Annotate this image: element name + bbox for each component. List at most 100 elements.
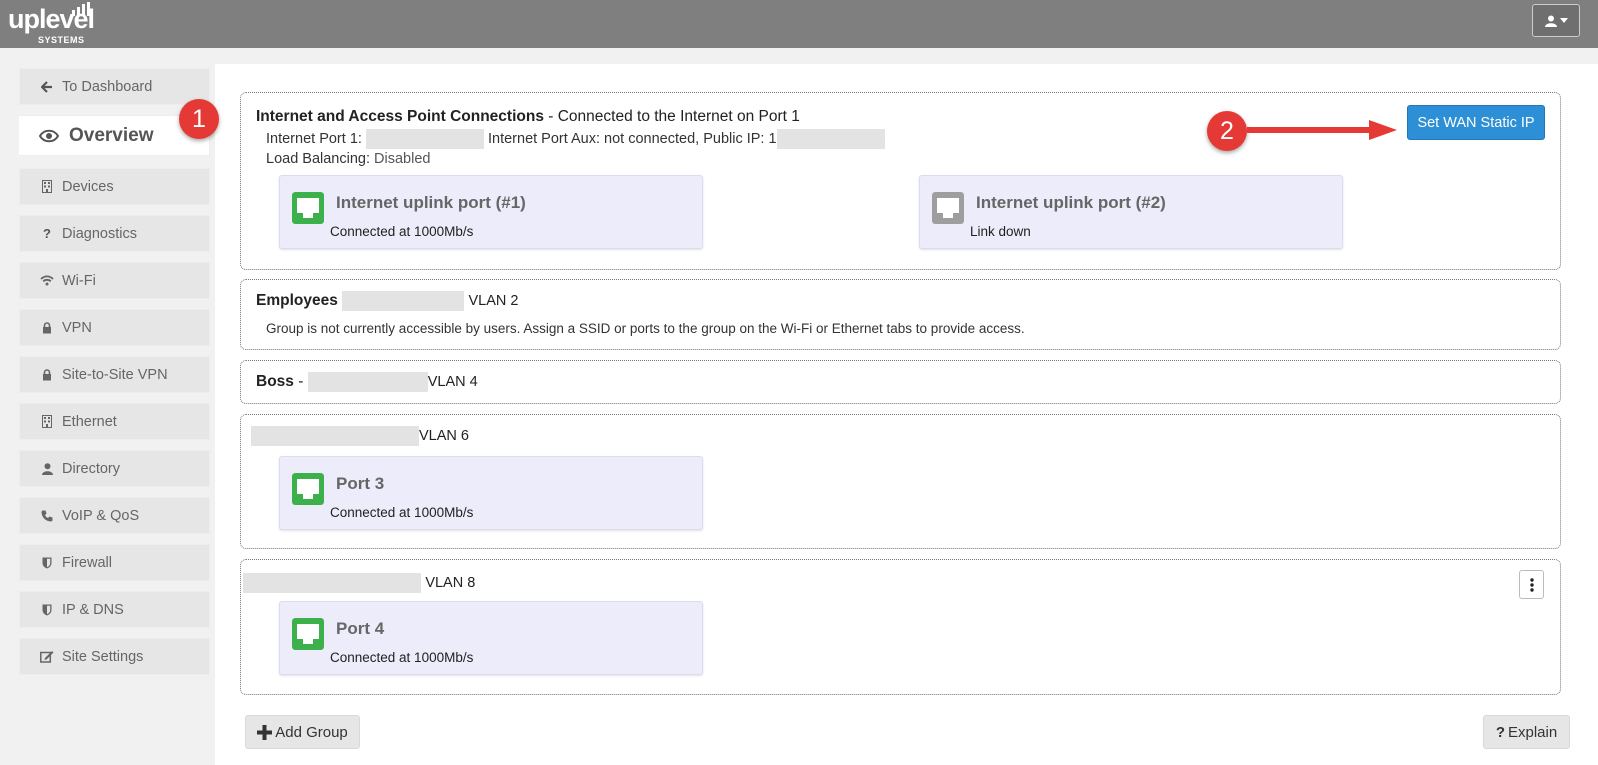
sidebar-item-firewall[interactable]: Firewall xyxy=(19,544,210,581)
plus-icon xyxy=(257,724,273,740)
redacted-subnet xyxy=(307,372,428,392)
sidebar-item-vpn[interactable]: VPN xyxy=(19,309,210,346)
question-icon: ? xyxy=(43,226,51,241)
group-note: Group is not currently accessible by use… xyxy=(266,321,1025,336)
vertical-dots-icon xyxy=(1529,577,1534,592)
sidebar-item-label: Wi-Fi xyxy=(62,272,96,289)
building-icon xyxy=(40,180,54,193)
sidebar-item-site-settings[interactable]: Site Settings xyxy=(19,638,210,675)
group-vlan: VLAN 4 xyxy=(427,374,478,391)
lock-icon xyxy=(40,368,54,381)
user-icon xyxy=(1544,15,1557,27)
group-vlan: VLAN 8 xyxy=(425,575,476,592)
top-bar: uplevel SYSTEMS xyxy=(0,0,1598,48)
sidebar-item-directory[interactable]: Directory xyxy=(19,450,210,487)
sidebar-item-label: IP & DNS xyxy=(62,601,124,618)
annotation-badge-1: 1 xyxy=(179,99,219,139)
redacted-subnet xyxy=(342,291,465,311)
ethernet-port-icon xyxy=(292,618,324,650)
internet-aux-label: Internet Port Aux: not connected, Public… xyxy=(487,130,765,147)
wifi-icon xyxy=(40,275,54,286)
sidebar-item-site-to-site-vpn[interactable]: Site-to-Site VPN xyxy=(19,356,210,393)
logo-subtitle: SYSTEMS xyxy=(38,35,85,45)
port-title: Internet uplink port (#1) xyxy=(336,193,526,212)
ethernet-port-icon xyxy=(932,192,964,224)
group-vlan: VLAN 6 xyxy=(419,428,469,445)
port-status: Link down xyxy=(970,224,1031,239)
shield-icon xyxy=(40,604,54,616)
port-title: Port 4 xyxy=(336,619,385,638)
group-panel-boss: Boss - VLAN 4 xyxy=(240,360,1561,404)
port-title: Port 3 xyxy=(336,474,385,493)
group-name: Employees xyxy=(256,292,338,310)
sidebar-item-label: Site Settings xyxy=(62,648,144,665)
sidebar-item-devices[interactable]: Devices xyxy=(19,168,210,205)
sidebar-item-label: Devices xyxy=(62,178,114,195)
edit-icon xyxy=(40,650,54,663)
port-status: Connected at 1000Mb/s xyxy=(330,505,474,520)
port-status: Connected at 1000Mb/s xyxy=(330,650,474,665)
user-icon xyxy=(40,462,54,475)
explain-button[interactable]: ? Explain xyxy=(1483,715,1570,749)
sidebar-item-label: To Dashboard xyxy=(62,78,153,95)
set-wan-static-ip-button[interactable]: Set WAN Static IP xyxy=(1407,105,1545,140)
internet-port-line: Internet Port 1: Internet Port Aux: not … xyxy=(266,129,885,149)
sidebar-item-label: VPN xyxy=(62,319,92,336)
lock-icon xyxy=(40,321,54,334)
load-balancing-value: Disabled xyxy=(374,151,431,167)
annotation-arrow-icon xyxy=(1247,120,1397,140)
sidebar-item-label: Diagnostics xyxy=(62,225,137,242)
sidebar-item-voip-qos[interactable]: VoIP & QoS xyxy=(19,497,210,534)
add-group-button[interactable]: Add Group xyxy=(245,715,360,749)
redacted-public-ip xyxy=(776,129,885,149)
ethernet-port-icon xyxy=(292,473,324,505)
arrow-left-icon xyxy=(40,80,54,93)
sidebar-item-ip-dns[interactable]: IP & DNS xyxy=(19,591,210,628)
redacted-ip xyxy=(365,129,484,149)
group-panel-vlan8: VLAN 8 Port 4 Connected at 1000Mb/s xyxy=(240,559,1561,695)
sidebar-item-ethernet[interactable]: Ethernet xyxy=(19,403,210,440)
user-menu-button[interactable] xyxy=(1532,4,1580,37)
port-3-card[interactable]: Port 3 Connected at 1000Mb/s xyxy=(279,456,703,530)
sidebar-item-label: Firewall xyxy=(62,554,112,571)
explain-label: Explain xyxy=(1507,723,1558,741)
phone-icon xyxy=(40,510,54,522)
load-balancing-label: Load Balancing: xyxy=(266,151,370,167)
sidebar-item-label: Overview xyxy=(69,124,154,146)
sidebar-item-label: VoIP & QoS xyxy=(62,507,140,524)
internet-panel-title: Internet and Access Point Connections - … xyxy=(256,108,800,126)
group-separator: - xyxy=(298,373,304,391)
shield-icon xyxy=(40,557,54,569)
add-group-label: Add Group xyxy=(275,723,348,741)
group-title: VLAN 8 xyxy=(243,573,475,593)
building-icon xyxy=(40,415,54,428)
uplevel-logo[interactable]: uplevel SYSTEMS xyxy=(8,2,98,46)
ethernet-port-icon xyxy=(292,192,324,224)
question-icon: ? xyxy=(1495,723,1505,741)
group-options-button[interactable] xyxy=(1519,570,1544,599)
load-balancing-line: Load Balancing: Disabled xyxy=(266,151,430,167)
internet-uplink-port-1-card[interactable]: Internet uplink port (#1) Connected at 1… xyxy=(279,175,703,249)
group-title: Boss - VLAN 4 xyxy=(256,372,478,392)
port-4-card[interactable]: Port 4 Connected at 1000Mb/s xyxy=(279,601,703,675)
sidebar-item-dashboard[interactable]: To Dashboard xyxy=(19,68,210,105)
group-title: Employees VLAN 2 xyxy=(256,291,518,311)
port-title: Internet uplink port (#2) xyxy=(976,193,1166,212)
public-ip-first-char: 1 xyxy=(768,130,777,147)
internet-uplink-port-2-card[interactable]: Internet uplink port (#2) Link down xyxy=(919,175,1343,249)
internet-subtitle: - Connected to the Internet on Port 1 xyxy=(543,108,800,125)
internet-port1-label: Internet Port 1: xyxy=(266,130,362,147)
redacted-group-name xyxy=(251,426,419,446)
sidebar-item-label: Site-to-Site VPN xyxy=(62,366,168,383)
redacted-group-name xyxy=(243,573,421,593)
group-panel-employees: Employees VLAN 2 Group is not currently … xyxy=(240,279,1561,350)
sidebar-item-wifi[interactable]: Wi-Fi xyxy=(19,262,210,299)
sidebar-item-diagnostics[interactable]: ? Diagnostics xyxy=(19,215,210,252)
group-vlan: VLAN 2 xyxy=(468,293,519,310)
group-panel-vlan6: VLAN 6 Port 3 Connected at 1000Mb/s xyxy=(240,414,1561,549)
group-title: VLAN 6 xyxy=(251,426,469,446)
port-status: Connected at 1000Mb/s xyxy=(330,224,474,239)
caret-down-icon xyxy=(1559,18,1568,23)
eye-icon xyxy=(39,129,59,143)
group-name: Boss xyxy=(256,373,294,391)
